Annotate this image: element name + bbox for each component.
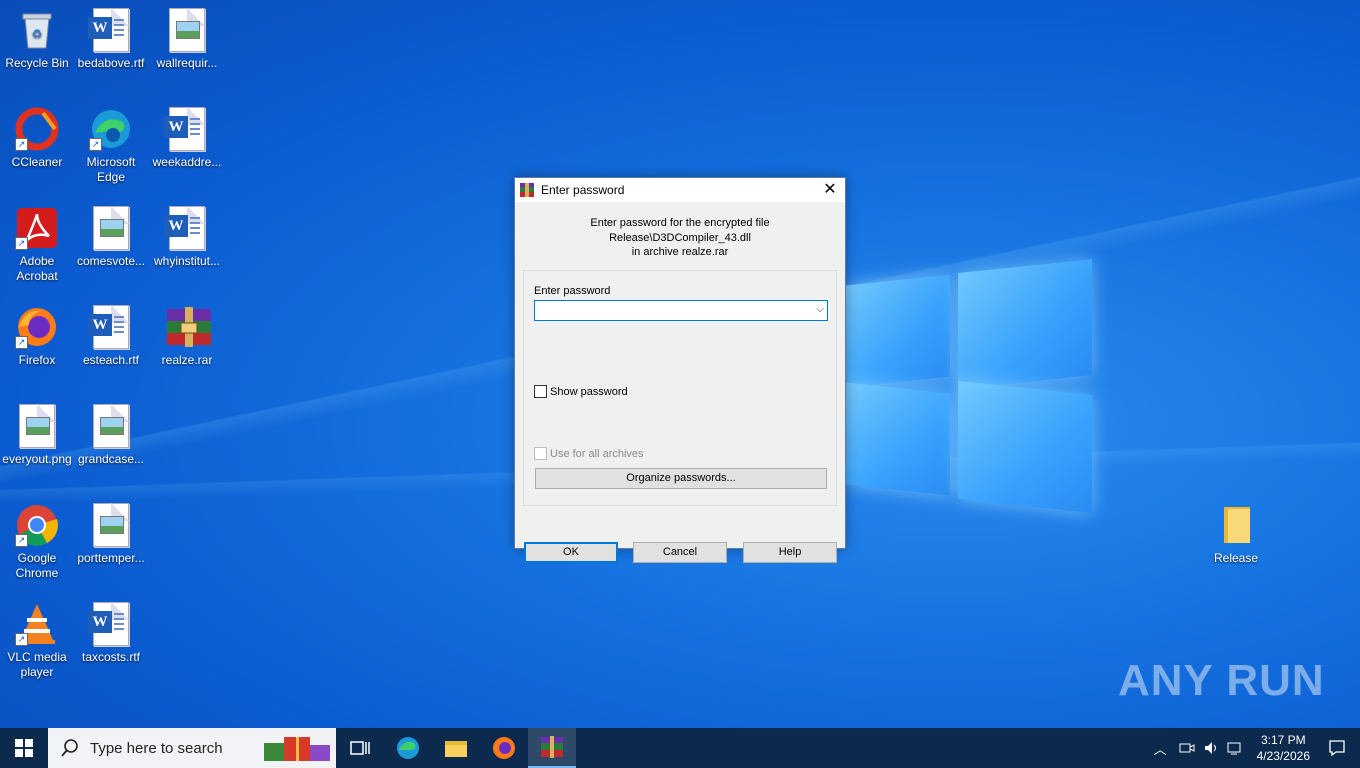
taskbar-search-box[interactable]: Type here to search [48, 728, 336, 768]
message-line-2: Release\D3DCompiler_43.dll [609, 231, 751, 244]
taskbar-firefox[interactable] [480, 728, 528, 768]
word-document-icon: W [88, 8, 133, 52]
show-password-checkbox[interactable]: Show password [534, 385, 628, 398]
image-file-icon [15, 404, 59, 448]
word-document-icon: W [88, 602, 133, 646]
ok-button[interactable]: OK [524, 542, 618, 563]
word-document-icon: W [164, 107, 209, 151]
folder-icon [445, 741, 467, 757]
enter-password-dialog: Enter password ✕ Enter password for the … [514, 177, 846, 563]
task-view-button[interactable] [336, 728, 384, 768]
word-document-icon: W [164, 206, 209, 250]
password-input[interactable]: ⌵ [534, 300, 828, 321]
start-button[interactable] [0, 728, 48, 768]
image-file-icon [89, 503, 133, 547]
desktop-icon-esteach[interactable]: W esteach.rtf [74, 305, 148, 368]
meet-now-icon[interactable] [1179, 740, 1195, 756]
password-groupbox: Enter password ⌵ Show password Use for a… [523, 270, 837, 506]
desktop-icon-recycle-bin[interactable]: ♻ Recycle Bin [0, 8, 74, 71]
taskbar: Type here to search ︿ 3:17 PM 4/23/2026 [0, 728, 1360, 768]
winrar-archive-icon [165, 305, 211, 349]
checkbox-box [534, 447, 547, 460]
message-line-1: Enter password for the encrypted file [590, 217, 770, 229]
desktop-icon-bedabove[interactable]: W bedabove.rtf [74, 8, 148, 71]
desktop-icon-grandcase[interactable]: grandcase... [74, 404, 148, 467]
task-view-icon [350, 741, 370, 755]
desktop-icon-edge[interactable]: ↗ Microsoft Edge [74, 107, 148, 185]
taskbar-clock[interactable]: 3:17 PM 4/23/2026 [1257, 732, 1310, 764]
search-placeholder: Type here to search [90, 739, 223, 757]
desktop-icon-everyout[interactable]: everyout.png [0, 404, 74, 467]
dialog-title: Enter password [541, 182, 625, 197]
cancel-button[interactable]: Cancel [633, 542, 727, 563]
volume-icon[interactable] [1203, 740, 1219, 756]
desktop-icon-vlc[interactable]: ↗ VLC media player [0, 602, 74, 680]
desktop-icon-acrobat[interactable]: ↗ Adobe Acrobat [0, 206, 74, 284]
chevron-up-icon[interactable]: ︿ [1154, 739, 1167, 758]
image-file-icon [89, 404, 133, 448]
use-for-all-archives-checkbox: Use for all archives [534, 447, 644, 460]
image-file-icon [89, 206, 133, 250]
chevron-down-icon[interactable]: ⌵ [816, 304, 824, 315]
taskbar-winrar[interactable] [528, 728, 576, 768]
use-for-all-label: Use for all archives [550, 447, 644, 460]
clock-time: 3:17 PM [1260, 733, 1306, 747]
edge-icon: ↗ [89, 107, 133, 151]
dialog-titlebar[interactable]: Enter password ✕ [515, 178, 845, 201]
desktop-icon-firefox[interactable]: ↗ Firefox [0, 305, 74, 368]
windows-start-icon [15, 739, 33, 757]
desktop-icon-porttemper[interactable]: porttemper... [74, 503, 148, 566]
folder-icon [1214, 503, 1258, 547]
message-line-3: in archive realze.rar [631, 246, 729, 258]
chrome-icon: ↗ [15, 503, 59, 547]
winrar-icon [519, 182, 535, 198]
ccleaner-icon: ↗ [15, 107, 59, 151]
taskbar-file-explorer[interactable] [432, 728, 480, 768]
show-password-label: Show password [550, 385, 628, 398]
help-button[interactable]: Help [743, 542, 837, 563]
word-document-icon: W [88, 305, 133, 349]
checkbox-box[interactable] [534, 385, 547, 398]
acrobat-icon: ↗ [15, 206, 59, 250]
vlc-icon: ↗ [15, 602, 59, 646]
dialog-message: Enter password for the encrypted file Re… [515, 216, 845, 260]
desktop-icon-realze-rar[interactable]: realze.rar [150, 305, 224, 368]
desktop-icon-taxcosts[interactable]: W taxcosts.rtf [74, 602, 148, 665]
anyrun-watermark: ANY RUN [1118, 656, 1325, 705]
search-highlight-gifts-icon [264, 737, 330, 761]
desktop-icon-wallrequir[interactable]: wallrequir... [150, 8, 224, 71]
image-file-icon [165, 8, 209, 52]
windows-logo-wallpaper [846, 258, 1094, 514]
network-icon[interactable] [1227, 740, 1243, 756]
firefox-icon [493, 737, 515, 759]
desktop-icon-comesvote[interactable]: comesvote... [74, 206, 148, 269]
desktop-icon-release-folder[interactable]: Release [1199, 503, 1273, 566]
recycle-bin-icon: ♻ [15, 8, 59, 52]
search-icon [61, 739, 78, 757]
clock-date: 4/23/2026 [1256, 749, 1310, 763]
desktop-icon-chrome[interactable]: ↗ Google Chrome [0, 503, 74, 581]
dialog-body: Enter password for the encrypted file Re… [515, 202, 845, 563]
desktop-icon-ccleaner[interactable]: ↗ CCleaner [0, 107, 74, 170]
winrar-icon [541, 736, 563, 758]
organize-passwords-button[interactable]: Organize passwords... [535, 468, 827, 489]
desktop-icon-whyinstitut[interactable]: W whyinstitut... [150, 206, 224, 269]
edge-icon [397, 737, 419, 759]
system-tray: ︿ 3:17 PM 4/23/2026 [1154, 728, 1360, 768]
password-label: Enter password [534, 285, 611, 297]
desktop-icon-weekaddre[interactable]: W weekaddre... [150, 107, 224, 170]
close-icon[interactable]: ✕ [815, 178, 845, 201]
notifications-icon[interactable] [1328, 739, 1346, 757]
firefox-icon: ↗ [15, 305, 59, 349]
taskbar-edge[interactable] [384, 728, 432, 768]
svg-text:♻: ♻ [32, 27, 43, 41]
